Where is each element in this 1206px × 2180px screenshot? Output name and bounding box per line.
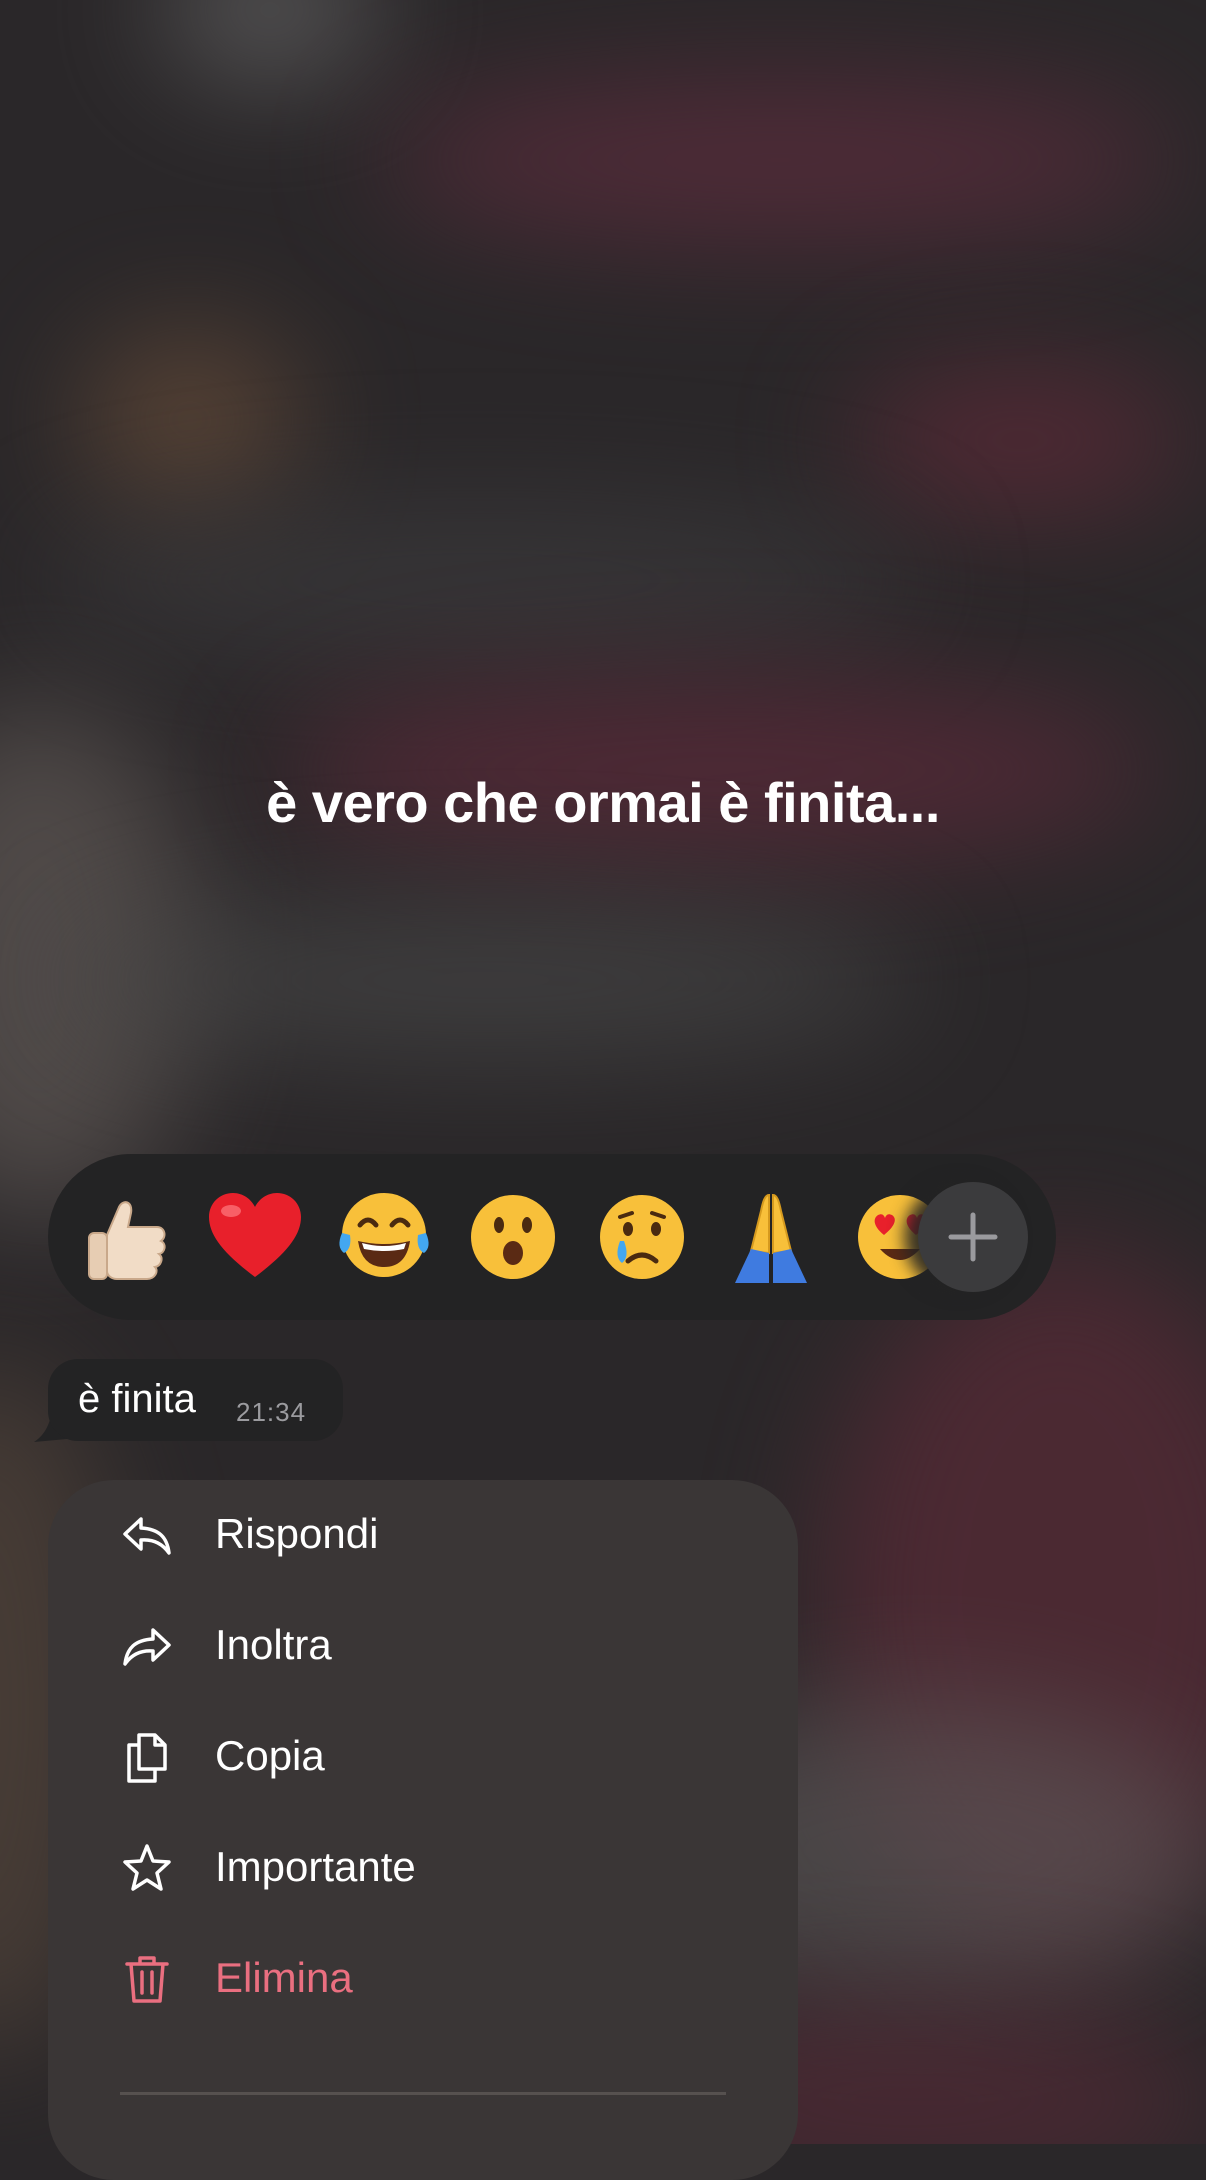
message-text: è finita xyxy=(78,1377,196,1421)
forward-icon xyxy=(123,1628,171,1666)
thumbs-up-icon xyxy=(88,1201,166,1280)
copy-icon xyxy=(127,1733,167,1783)
message-preview-text: è vero che ormai è finita... xyxy=(266,771,940,834)
star-icon xyxy=(123,1844,171,1891)
reply-menu-item[interactable]: Rispondi xyxy=(48,1480,798,1590)
more-reactions-button[interactable] xyxy=(918,1182,1028,1292)
sad-reaction[interactable] xyxy=(587,1182,697,1292)
heart-icon xyxy=(209,1193,301,1277)
reply-icon xyxy=(123,1517,171,1555)
surprised-reaction[interactable] xyxy=(458,1182,568,1292)
reply-label: Rispondi xyxy=(215,1510,379,1557)
heart-reaction[interactable] xyxy=(200,1182,310,1292)
delete-label: Elimina xyxy=(215,1954,353,2001)
context-menu: Rispondi Inoltra Copia Importante Elimin… xyxy=(48,1480,798,2180)
trash-icon xyxy=(125,1956,169,2003)
forward-menu-item[interactable]: Inoltra xyxy=(48,1591,798,1701)
copy-menu-item[interactable]: Copia xyxy=(48,1702,798,1812)
laughing-reaction[interactable] xyxy=(329,1182,439,1292)
delete-menu-item[interactable]: Elimina xyxy=(48,1924,798,2034)
message-bubble[interactable]: è finita 21:34 xyxy=(48,1359,343,1441)
reaction-bar xyxy=(48,1154,1056,1320)
tears-of-joy-icon xyxy=(339,1193,429,1277)
crying-face-icon xyxy=(600,1195,684,1279)
surprised-face-icon xyxy=(471,1195,555,1279)
forward-label: Inoltra xyxy=(215,1621,332,1668)
folded-hands-icon xyxy=(735,1193,807,1283)
important-menu-item[interactable]: Importante xyxy=(48,1813,798,1923)
plus-icon xyxy=(948,1212,998,1262)
copy-label: Copia xyxy=(215,1732,325,1779)
pray-reaction[interactable] xyxy=(716,1182,826,1292)
thumbs-up-reaction[interactable] xyxy=(72,1182,182,1292)
menu-divider xyxy=(120,2092,726,2095)
important-label: Importante xyxy=(215,1843,416,1890)
message-timestamp: 21:34 xyxy=(236,1397,307,1427)
